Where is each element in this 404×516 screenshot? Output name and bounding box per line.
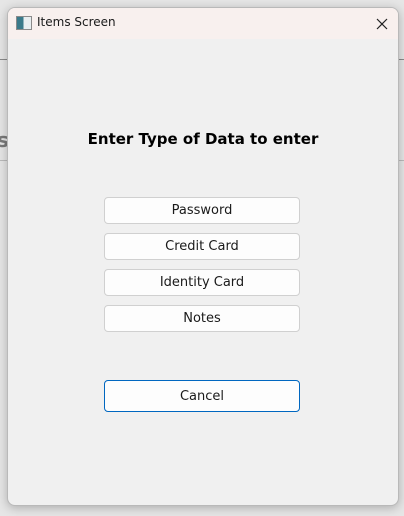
credit-card-button[interactable]: Credit Card [104, 233, 300, 260]
dialog-heading: Enter Type of Data to enter [87, 130, 319, 148]
close-button[interactable] [366, 8, 398, 39]
cancel-button[interactable]: Cancel [104, 380, 300, 412]
window-title: Items Screen [37, 15, 116, 29]
password-button[interactable]: Password [104, 197, 300, 224]
title-bar[interactable]: Items Screen [8, 8, 398, 39]
notes-button[interactable]: Notes [104, 305, 300, 332]
items-screen-dialog: Items Screen Enter Type of Data to enter… [7, 7, 399, 506]
identity-card-button[interactable]: Identity Card [104, 269, 300, 296]
app-icon [16, 16, 32, 30]
close-icon [376, 18, 388, 29]
